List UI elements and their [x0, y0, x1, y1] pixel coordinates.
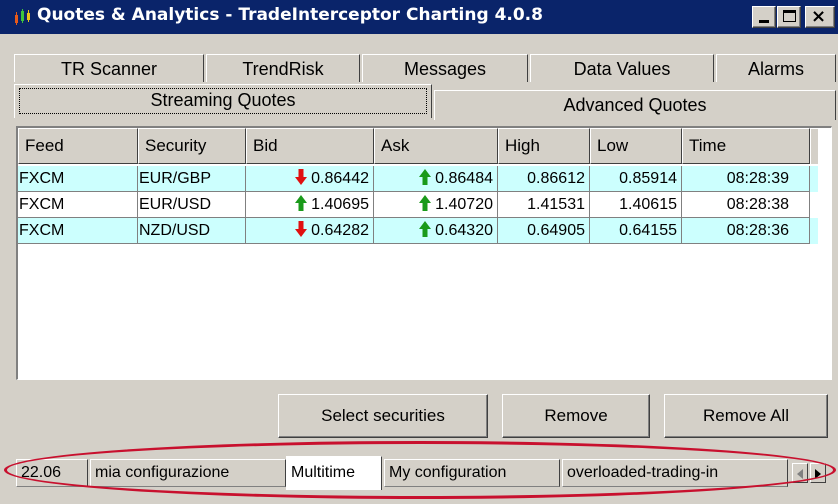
arrow-up-icon	[419, 195, 432, 211]
cell-time: 08:28:36	[682, 218, 810, 244]
workspace-tab[interactable]: overloaded-trading-in	[562, 459, 788, 487]
table-row[interactable]: FXCM EUR/GBP 0.86442 0.86484 0.86612 0.85914 0…	[18, 166, 818, 192]
close-button[interactable]: ×	[805, 6, 835, 28]
column-header-feed[interactable]: Feed	[18, 128, 138, 164]
column-header-bid[interactable]: Bid	[246, 128, 374, 164]
cell-high: 0.86612	[498, 166, 590, 192]
tab-label: Messages	[403, 59, 487, 79]
tab-label: Advanced Quotes	[563, 95, 707, 115]
chevron-left-icon	[797, 469, 803, 479]
arrow-up-icon	[419, 169, 432, 185]
tab-messages[interactable]: Messages	[362, 54, 528, 82]
table-row[interactable]: FXCM EUR/USD 1.40695 1.40720 1.41531 1.40615 0…	[18, 192, 818, 218]
cell-security: EUR/GBP	[138, 166, 246, 192]
tab-label: Alarms	[747, 59, 804, 79]
workspace-tab-selected[interactable]: Multitime	[286, 456, 382, 490]
remove-all-button[interactable]: Remove All	[664, 394, 828, 438]
quotes-table: Feed Security Bid Ask High Low Time FXCM…	[16, 126, 832, 380]
tab-advanced-quotes[interactable]: Advanced Quotes	[434, 90, 836, 120]
cell-value: NZD/USD	[139, 222, 211, 239]
column-header-time[interactable]: Time	[682, 128, 810, 164]
cell-high: 1.41531	[498, 192, 590, 218]
cell-low: 0.85914	[590, 166, 682, 192]
cell-low: 1.40615	[590, 192, 682, 218]
arrow-down-icon	[295, 169, 308, 185]
arrow-up-icon	[295, 195, 308, 211]
cell-low: 0.64155	[590, 218, 682, 244]
cell-value: 1.41531	[527, 196, 585, 213]
cell-value: 0.64282	[311, 222, 369, 239]
cell-bid: 1.40695	[246, 192, 374, 218]
arrow-down-icon	[295, 221, 308, 237]
tab-label: Data Values	[573, 59, 671, 79]
cell-value: 1.40720	[435, 196, 493, 213]
column-header-security[interactable]: Security	[138, 128, 246, 164]
workspace-tab-strip: 22.06 mia configurazione Multitime My co…	[16, 454, 838, 490]
cell-value: 0.64320	[435, 222, 493, 239]
select-securities-button[interactable]: Select securities	[278, 394, 488, 438]
tab-tr-scanner[interactable]: TR Scanner	[14, 54, 204, 82]
cell-value: 08:28:38	[726, 196, 789, 213]
cell-security: NZD/USD	[138, 218, 246, 244]
cell-value: 0.86442	[311, 170, 369, 187]
tab-focus-rect	[19, 88, 427, 114]
cell-ask: 1.40720	[374, 192, 498, 218]
chevron-right-icon	[815, 469, 821, 479]
quotes-analytics-window: Quotes & Analytics - TradeInterceptor Ch…	[0, 0, 838, 504]
cell-value: EUR/GBP	[139, 170, 212, 187]
workspace-tab[interactable]: 22.06	[16, 459, 88, 487]
cell-value: 08:28:36	[726, 222, 789, 239]
column-header-low[interactable]: Low	[590, 128, 682, 164]
window-title: Quotes & Analytics - TradeInterceptor Ch…	[37, 5, 543, 25]
cell-time: 08:28:39	[682, 166, 810, 192]
maximize-icon	[783, 10, 796, 22]
maximize-button[interactable]	[777, 6, 801, 28]
tab-label: TrendRisk	[242, 59, 324, 79]
tab-streaming-quotes[interactable]: Streaming Quotes	[14, 84, 432, 118]
arrow-up-icon	[419, 221, 432, 237]
minimize-button[interactable]	[752, 6, 776, 28]
cell-time: 08:28:38	[682, 192, 810, 218]
remove-button[interactable]: Remove	[502, 394, 650, 438]
column-header-high[interactable]: High	[498, 128, 590, 164]
column-header-ask[interactable]: Ask	[374, 128, 498, 164]
cell-value: 0.86612	[527, 170, 585, 187]
cell-bid: 0.64282	[246, 218, 374, 244]
cell-bid: 0.86442	[246, 166, 374, 192]
table-row[interactable]: FXCM NZD/USD 0.64282 0.64320 0.64905 0.64155 0…	[18, 218, 818, 244]
cell-value: FXCM	[19, 222, 65, 239]
cell-value: EUR/USD	[139, 196, 212, 213]
title-bar[interactable]: Quotes & Analytics - TradeInterceptor Ch…	[0, 0, 838, 34]
candlestick-app-icon	[15, 9, 30, 25]
cell-ask: 0.64320	[374, 218, 498, 244]
cell-value: 0.64155	[619, 222, 677, 239]
tab-trendrisk[interactable]: TrendRisk	[206, 54, 360, 82]
close-icon: ×	[811, 6, 827, 27]
workspace-tab[interactable]: mia configurazione	[90, 459, 286, 487]
cell-value: 08:28:39	[726, 170, 789, 187]
tab-label: TR Scanner	[60, 59, 158, 79]
cell-value: 0.86484	[435, 170, 493, 187]
cell-value: 1.40695	[311, 196, 369, 213]
cell-value: 0.64905	[527, 222, 585, 239]
minimize-icon	[759, 20, 769, 23]
scroll-right-button[interactable]	[810, 463, 826, 483]
cell-security: EUR/USD	[138, 192, 246, 218]
cell-value: 1.40615	[619, 196, 677, 213]
header-filler	[810, 128, 818, 164]
cell-feed: FXCM	[18, 192, 138, 218]
scroll-left-button[interactable]	[792, 463, 808, 483]
cell-high: 0.64905	[498, 218, 590, 244]
cell-feed: FXCM	[18, 218, 138, 244]
workspace-tab[interactable]: My configuration	[384, 459, 560, 487]
tab-data-values[interactable]: Data Values	[530, 54, 714, 82]
tab-alarms[interactable]: Alarms	[716, 54, 836, 82]
cell-ask: 0.86484	[374, 166, 498, 192]
table-header: Feed Security Bid Ask High Low Time	[18, 128, 818, 164]
cell-value: FXCM	[19, 196, 65, 213]
cell-value: FXCM	[19, 170, 65, 187]
cell-value: 0.85914	[619, 170, 677, 187]
table-body: FXCM EUR/GBP 0.86442 0.86484 0.86612 0.85914 0…	[18, 166, 818, 244]
cell-feed: FXCM	[18, 166, 138, 192]
